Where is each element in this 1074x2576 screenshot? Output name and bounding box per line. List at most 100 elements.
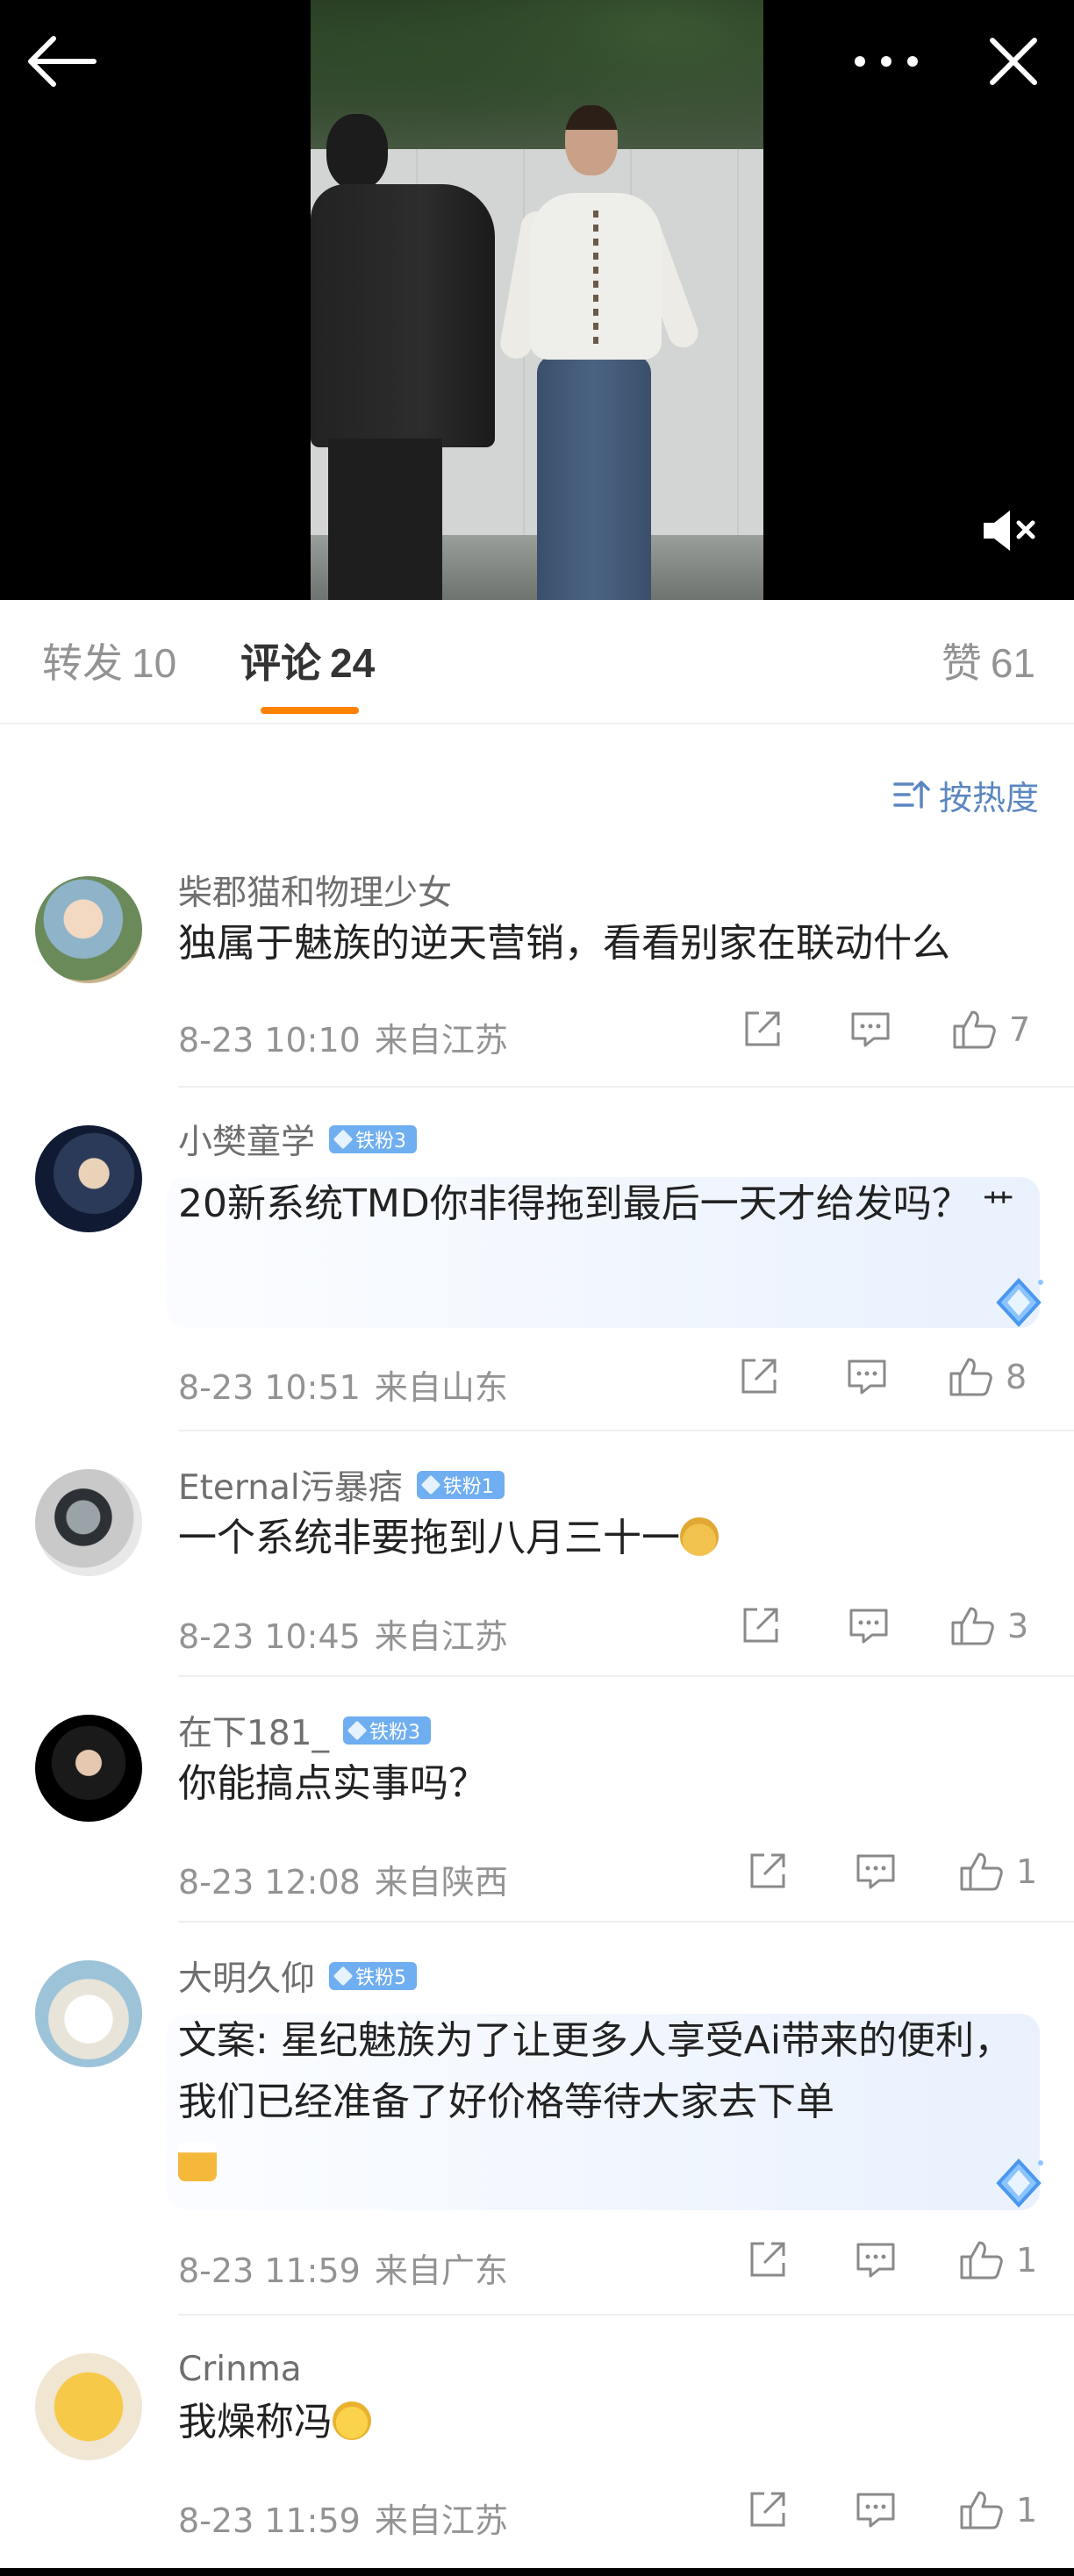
- more-button[interactable]: [842, 26, 930, 96]
- comment-meta: 8-23 10:10 来自江苏: [178, 1013, 508, 1061]
- reply-button[interactable]: [844, 1003, 897, 1056]
- like-button[interactable]: 7: [951, 1003, 1048, 1056]
- comment-meta: 8-23 11:59 来自江苏: [178, 2494, 508, 2542]
- avatar[interactable]: [35, 2353, 142, 2460]
- comment-icon: [848, 1359, 886, 1395]
- comment-location: 来自山东: [374, 1368, 508, 1407]
- comment-time: 8-23 10:51: [178, 1368, 361, 1407]
- comment-text-body: 一个系统非要拖到八月三十一: [178, 1516, 680, 1560]
- comment-author[interactable]: Eternal污暴痞 铁粉1: [178, 1463, 505, 1508]
- comment-emoji-text: 艹: [982, 1188, 1014, 1224]
- fan-badge-label: 铁粉3: [355, 1131, 407, 1152]
- comment-text: 你能搞点实事吗？: [178, 1761, 487, 1806]
- like-count: 7: [1009, 1010, 1031, 1049]
- diamond-icon: [420, 1474, 441, 1495]
- comment-text-body: 我燥称冯: [178, 2400, 333, 2444]
- comment-author[interactable]: 柴郡猫和物理少女: [178, 868, 453, 913]
- share-icon: [745, 1011, 780, 1046]
- comment-username: 在下181_: [178, 1714, 329, 1753]
- like-count: 1: [1016, 2241, 1038, 2280]
- sort-label: 按热度: [938, 778, 1039, 817]
- comment-text: 20新系统TMD你非得拖到最后一天才给发吗？ 艹: [178, 1174, 1020, 1238]
- diamond-icon: [333, 1966, 354, 1987]
- reply-button[interactable]: [849, 2484, 902, 2537]
- comment-time: 8-23 10:10: [178, 1021, 361, 1060]
- avatar[interactable]: [35, 1715, 142, 1822]
- mute-button[interactable]: [974, 500, 1044, 561]
- reply-button[interactable]: [849, 1845, 902, 1898]
- like-button[interactable]: 1: [958, 1845, 1055, 1898]
- cheers-emoji-icon: [178, 2143, 217, 2181]
- tab-comments[interactable]: 评论 24: [240, 635, 375, 691]
- comment-username: 大明久仰: [178, 1959, 316, 1999]
- like-button[interactable]: 1: [958, 2234, 1055, 2287]
- fan-badge[interactable]: 铁粉3: [342, 1716, 431, 1745]
- like-button[interactable]: 1: [958, 2484, 1055, 2537]
- divider: [178, 1921, 1074, 1923]
- comment-author[interactable]: 小樊童学 铁粉3: [178, 1117, 418, 1162]
- share-button[interactable]: [741, 2234, 793, 2287]
- bottom-edge: [0, 2568, 1074, 2576]
- fan-badge[interactable]: 铁粉3: [329, 1125, 418, 1153]
- video-frame: [311, 0, 763, 600]
- scared-emoji-icon: [333, 2401, 371, 2440]
- diamond-decoration-icon: [996, 1278, 1043, 1327]
- share-button[interactable]: [735, 1003, 788, 1056]
- reply-button[interactable]: [842, 1600, 895, 1652]
- thumbs-up-icon: [960, 1852, 1003, 1891]
- tab-likes[interactable]: 赞 61: [942, 635, 1035, 691]
- share-button[interactable]: [741, 1845, 793, 1898]
- divider: [178, 1675, 1074, 1677]
- tab-likes-label: 赞: [941, 640, 982, 686]
- comment-time: 8-23 10:45: [178, 1617, 361, 1656]
- close-button[interactable]: [974, 26, 1053, 96]
- comment-username: 柴郡猫和物理少女: [178, 874, 453, 913]
- comment-location: 来自陕西: [374, 1863, 508, 1902]
- share-button[interactable]: [732, 1351, 784, 1403]
- video-player[interactable]: [0, 0, 1074, 600]
- comment-meta: 8-23 12:08 来自陕西: [178, 1855, 508, 1903]
- comment-author[interactable]: Crinma: [178, 2347, 302, 2391]
- comment-time: 8-23 11:59: [178, 2251, 361, 2290]
- comment-author[interactable]: 大明久仰 铁粉5: [178, 1954, 418, 1999]
- share-button[interactable]: [734, 1600, 786, 1652]
- tab-repost[interactable]: 转发 10: [42, 635, 176, 691]
- tab-likes-count: 61: [990, 640, 1035, 686]
- share-button[interactable]: [741, 2484, 793, 2537]
- comment-text: 我燥称冯: [178, 2392, 1038, 2453]
- share-icon: [750, 1853, 785, 1888]
- comment-location: 来自广东: [374, 2251, 508, 2290]
- share-icon: [743, 1608, 778, 1643]
- fan-badge[interactable]: 铁粉5: [329, 1962, 418, 1990]
- share-icon: [750, 2492, 785, 2527]
- avatar[interactable]: [35, 1469, 142, 1576]
- avatar[interactable]: [35, 1960, 142, 2067]
- avatar[interactable]: [35, 1125, 142, 1232]
- comment-meta: 8-23 10:45 来自江苏: [178, 1609, 508, 1658]
- thumbs-up-icon: [949, 1358, 992, 1396]
- divider: [178, 1430, 1074, 1431]
- tab-comments-count: 24: [330, 640, 376, 686]
- reply-button[interactable]: [849, 2234, 902, 2287]
- comment-text: 独属于魅族的逆天营销，看看别家在联动什么: [178, 921, 950, 966]
- avatar[interactable]: [35, 876, 142, 983]
- like-count: 8: [1006, 1358, 1027, 1396]
- like-button[interactable]: 8: [948, 1351, 1044, 1403]
- more-dots-icon: [855, 56, 918, 67]
- fan-badge[interactable]: 铁粉1: [416, 1471, 505, 1499]
- like-button[interactable]: 3: [949, 1600, 1046, 1652]
- reply-button[interactable]: [841, 1351, 893, 1403]
- fan-badge-label: 铁粉5: [355, 1967, 407, 1989]
- back-button[interactable]: [21, 26, 100, 96]
- active-tab-indicator: [261, 707, 359, 714]
- diamond-icon: [347, 1720, 368, 1741]
- arrow-left-icon: [28, 36, 97, 87]
- comment-username: 小樊童学: [178, 1123, 316, 1162]
- like-count: 3: [1007, 1607, 1029, 1645]
- comment-icon: [849, 1609, 888, 1644]
- comment-location: 来自江苏: [374, 2501, 508, 2540]
- thumbs-up-icon: [960, 2241, 1003, 2280]
- fan-badge-label: 铁粉3: [369, 1722, 420, 1744]
- comment-author[interactable]: 在下181_ 铁粉3: [178, 1709, 431, 1753]
- sort-button[interactable]: 按热度: [893, 768, 1039, 821]
